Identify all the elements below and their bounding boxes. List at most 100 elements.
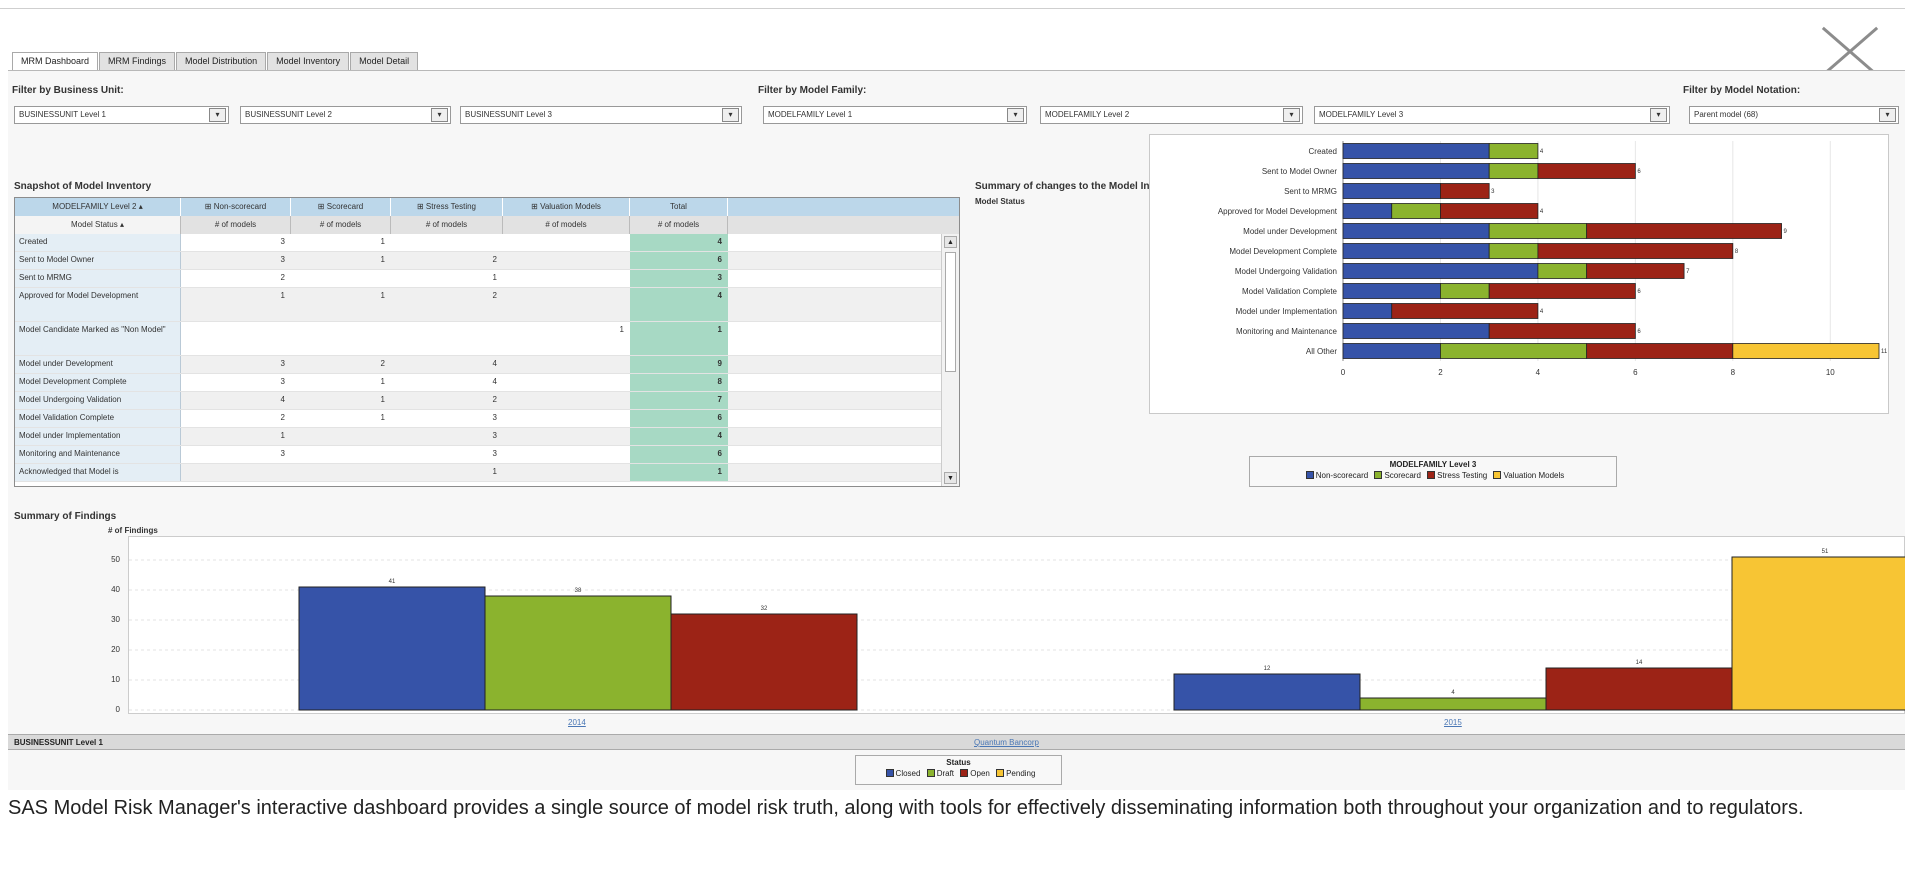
total-label: 4 — [1540, 149, 1544, 155]
table-row[interactable]: Sent to MRMG 2 1 3 — [15, 270, 941, 288]
chevron-down-icon[interactable]: ▾ — [209, 108, 226, 122]
category-label: Model Undergoing Validation — [1235, 267, 1337, 276]
findings-legend: Status Closed Draft Open Pending — [855, 755, 1062, 785]
table-row[interactable]: Model Undergoing Validation 4 1 2 7 — [15, 392, 941, 410]
model-family-level2-select[interactable]: MODELFAMILY Level 2 ▾ — [1040, 106, 1303, 124]
total-cell: 8 — [630, 374, 728, 391]
table-cell: 1 — [492, 467, 497, 476]
business-unit-level2-value: BUSINESSUNIT Level 2 — [245, 110, 332, 119]
table-cell: 1 — [280, 291, 285, 300]
business-unit-label: BUSINESSUNIT Level 1 — [14, 738, 103, 747]
bar-segment — [1440, 183, 1490, 199]
business-unit-link[interactable]: Quantum Bancorp — [974, 738, 1039, 747]
bar-segment — [1342, 343, 1441, 359]
bar-segment — [1342, 303, 1393, 319]
table-row[interactable]: Approved for Model Development 1 1 2 4 — [15, 288, 941, 322]
chevron-down-icon[interactable]: ▾ — [1007, 108, 1024, 122]
table-row[interactable]: Created 3 1 4 — [15, 234, 941, 252]
inventory-crosstab[interactable]: MODELFAMILY Level 2 ▴ ⊞ Non-scorecard ⊞ … — [14, 197, 960, 487]
column-header-non-scorecard[interactable]: ⊞ Non-scorecard — [181, 198, 291, 216]
table-cell: 3 — [280, 237, 285, 246]
category-label: Model Development Complete — [1229, 247, 1337, 256]
value-label: 14 — [1636, 660, 1643, 666]
bar — [670, 613, 858, 711]
filter-business-unit-label: Filter by Business Unit: — [12, 85, 124, 96]
category-label: Model under Development — [1243, 227, 1338, 236]
table-cell — [391, 322, 503, 355]
tab-model-detail[interactable]: Model Detail — [350, 52, 419, 71]
legend-swatch-valuation-models — [1493, 471, 1502, 479]
row-header-label: Model Status — [71, 220, 118, 229]
measure-header: # of models — [503, 216, 630, 234]
table-cell — [503, 446, 630, 463]
chevron-down-icon[interactable]: ▾ — [1879, 108, 1896, 122]
crosstab-header-row: MODELFAMILY Level 2 ▴ ⊞ Non-scorecard ⊞ … — [15, 198, 959, 216]
table-cell: 1 — [492, 273, 497, 282]
legend-swatch-closed — [885, 769, 894, 777]
business-unit-level2-select[interactable]: BUSINESSUNIT Level 2 ▾ — [240, 106, 451, 124]
model-family-level1-select[interactable]: MODELFAMILY Level 1 ▾ — [763, 106, 1027, 124]
tab-mrm-findings[interactable]: MRM Findings — [99, 52, 176, 71]
business-unit-level3-select[interactable]: BUSINESSUNIT Level 3 ▾ — [460, 106, 742, 124]
table-row[interactable]: Acknowledged that Model is 1 1 — [15, 464, 941, 482]
bar-segment — [1488, 283, 1636, 299]
bar-segment — [1342, 203, 1393, 219]
tab-mrm-dashboard[interactable]: MRM Dashboard — [12, 52, 99, 71]
business-unit-level1-select[interactable]: BUSINESSUNIT Level 1 ▾ — [14, 106, 229, 124]
row-label: Model Undergoing Validation — [15, 392, 181, 409]
chevron-down-icon[interactable]: ▾ — [1650, 108, 1667, 122]
table-row[interactable]: Model under Implementation 1 3 4 — [15, 428, 941, 446]
column-header-total[interactable]: Total — [630, 198, 728, 216]
tab-model-distribution[interactable]: Model Distribution — [176, 52, 267, 71]
table-row[interactable]: Sent to Model Owner 3 1 2 6 — [15, 252, 941, 270]
bar-segment — [1342, 283, 1441, 299]
measure-header: # of models — [291, 216, 391, 234]
column-header-valuation-models[interactable]: ⊞ Valuation Models — [503, 198, 630, 216]
table-cell: 4 — [492, 377, 497, 386]
category-label: Sent to MRMG — [1284, 187, 1337, 196]
findings-ylabel: # of Findings — [108, 526, 158, 535]
bar-segment — [1488, 243, 1539, 259]
chevron-down-icon[interactable]: ▾ — [1283, 108, 1300, 122]
category-link-2014[interactable]: 2014 — [568, 718, 586, 727]
table-row[interactable]: Model Development Complete 3 1 4 8 — [15, 374, 941, 392]
x-tick-label: 10 — [1826, 368, 1835, 377]
category-link-2015[interactable]: 2015 — [1444, 718, 1462, 727]
column-header-scorecard[interactable]: ⊞ Scorecard — [291, 198, 391, 216]
legend-swatch-stress-testing — [1427, 471, 1436, 479]
chevron-down-icon[interactable]: ▾ — [431, 108, 448, 122]
scrollbar-thumb[interactable] — [945, 252, 956, 372]
table-cell — [181, 322, 291, 355]
bar-segment — [1391, 203, 1441, 219]
table-row[interactable]: Model Validation Complete 2 1 3 6 — [15, 410, 941, 428]
table-cell: 4 — [492, 359, 497, 368]
x-tick-label: 6 — [1633, 368, 1638, 377]
value-label: 51 — [1822, 549, 1829, 555]
total-cell: 4 — [630, 288, 728, 321]
bar-segment — [1391, 303, 1539, 319]
model-notation-select[interactable]: Parent model (68) ▾ — [1689, 106, 1899, 124]
row-label: Model Development Complete — [15, 374, 181, 391]
table-row[interactable]: Model under Development 3 2 4 9 — [15, 356, 941, 374]
group-header[interactable]: MODELFAMILY Level 2 ▴ — [15, 198, 181, 216]
total-cell: 4 — [630, 428, 728, 445]
vertical-scrollbar[interactable]: ▲ ▼ — [941, 234, 959, 486]
measure-header: # of models — [630, 216, 728, 234]
model-family-level3-select[interactable]: MODELFAMILY Level 3 ▾ — [1314, 106, 1670, 124]
total-cell: 6 — [630, 410, 728, 427]
table-cell: 2 — [280, 273, 285, 282]
bar-segment — [1488, 163, 1539, 179]
row-header[interactable]: Model Status ▴ — [15, 216, 181, 234]
tab-model-inventory[interactable]: Model Inventory — [267, 52, 350, 71]
table-cell — [503, 374, 630, 391]
scroll-up-icon[interactable]: ▲ — [944, 236, 957, 248]
scroll-down-icon[interactable]: ▼ — [944, 472, 957, 484]
table-row[interactable]: Monitoring and Maintenance 3 3 6 — [15, 446, 941, 464]
table-row[interactable]: Model Candidate Marked as "Non Model" 1 1 — [15, 322, 941, 356]
legend-swatch-pending — [996, 769, 1005, 777]
dashboard-screenshot: MRM Dashboard MRM Findings Model Distrib… — [0, 0, 1905, 881]
total-cell: 6 — [630, 446, 728, 463]
y-tick-label: 30 — [111, 615, 120, 624]
column-header-stress-testing[interactable]: ⊞ Stress Testing — [391, 198, 503, 216]
chevron-down-icon[interactable]: ▾ — [722, 108, 739, 122]
